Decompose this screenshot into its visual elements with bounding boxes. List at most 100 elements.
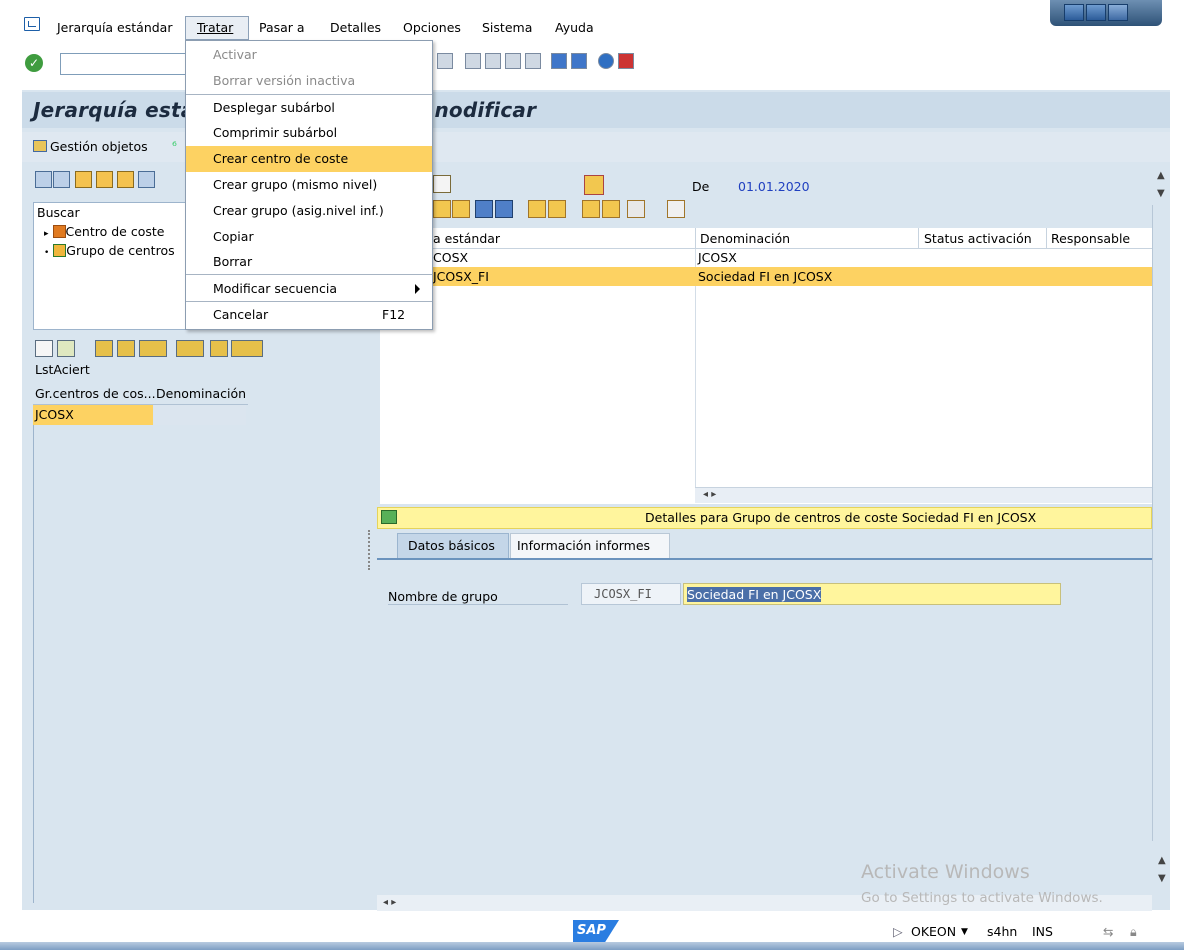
collapse-node-icon[interactable] [602, 200, 620, 218]
gestion-objetos-button[interactable]: Gestión objetos [33, 139, 148, 154]
grid-col-separator [695, 228, 696, 249]
grid-header-status[interactable]: Status activación [924, 231, 1032, 246]
list-item[interactable]: JCOSX [33, 405, 153, 425]
prev-page-icon[interactable] [485, 53, 501, 69]
menu-option-copiar[interactable]: Copiar [186, 224, 432, 250]
bottom-scroll-arrows-icon[interactable]: ◂ ▸ [383, 897, 396, 908]
vertical-splitter[interactable] [368, 530, 371, 570]
menu-option-desplegar-subarbol[interactable]: Desplegar subárbol [186, 95, 432, 121]
collapse-all-icon[interactable] [548, 200, 566, 218]
scroll-up-icon[interactable]: ▲ [1157, 170, 1165, 181]
menu-option-comprimir-subarbol[interactable]: Comprimir subárbol [186, 120, 432, 146]
group-name-field[interactable]: Sociedad FI en JCOSX [683, 583, 1061, 605]
menu-pasar-a[interactable]: Pasar a [259, 20, 305, 35]
first-page-icon[interactable] [465, 53, 481, 69]
menu-detalles[interactable]: Detalles [330, 20, 381, 35]
menu-jerarquia[interactable]: Jerarquía estándar [57, 20, 172, 35]
favorites-icon[interactable] [96, 171, 113, 188]
expand-node-icon[interactable] [582, 200, 600, 218]
grid-row-name[interactable]: JCOSX [698, 250, 737, 265]
hierarchy-icon [53, 244, 67, 257]
new-session-icon[interactable] [551, 53, 567, 69]
main-scroll-up-icon[interactable]: ▲ [1158, 855, 1166, 866]
back-arrow-icon[interactable] [35, 171, 52, 188]
main-vertical-scrollbar[interactable]: ▲ ▼ [1152, 205, 1170, 884]
customize-icon[interactable] [618, 53, 634, 69]
tab-label: Información informes [517, 538, 651, 553]
details-icon[interactable] [35, 340, 53, 357]
buscar-label: Buscar [37, 205, 80, 220]
scroll-down-icon[interactable]: ▼ [1157, 188, 1165, 199]
print-grid-icon[interactable] [627, 200, 645, 218]
list-header-denominacion[interactable]: Denominación [156, 386, 246, 401]
layout-icon[interactable] [667, 200, 685, 218]
filter-icon[interactable] [138, 171, 155, 188]
main-scroll-down-icon[interactable]: ▼ [1158, 873, 1166, 884]
help-icon[interactable] [598, 53, 614, 69]
menu-option-borrar-version-inactiva: Borrar versión inactiva [213, 73, 356, 88]
last-page-icon[interactable] [525, 53, 541, 69]
menu-opciones[interactable]: Opciones [403, 20, 461, 35]
expand-icon[interactable]: ▸ [44, 229, 49, 239]
structure-icon[interactable] [433, 175, 451, 193]
delete-icon[interactable] [452, 200, 470, 218]
tab-informacion-informes[interactable]: Información informes [510, 533, 670, 559]
move-down-icon[interactable] [495, 200, 513, 218]
status-layout-icon[interactable]: ⇆ [1103, 924, 1113, 939]
menu-icon[interactable] [24, 17, 40, 31]
grid-row-code[interactable]: COSX [433, 250, 468, 265]
selection-icon[interactable]: ⁶ [172, 139, 184, 153]
scroll-left-icon[interactable]: ◂ ▸ [703, 489, 716, 500]
find-list-icon[interactable] [57, 340, 75, 357]
next-page-icon[interactable] [505, 53, 521, 69]
grid-header-responsable[interactable]: Responsable [1051, 231, 1130, 246]
menu-ayuda[interactable]: Ayuda [555, 20, 594, 35]
close-button[interactable] [1108, 4, 1128, 21]
forward-arrow-icon[interactable] [53, 171, 70, 188]
grid-header-hierarchy[interactable]: a estándar [433, 231, 500, 246]
grid-header-denominacion[interactable]: Denominación [700, 231, 790, 246]
menu-tratar[interactable]: Tratar [197, 20, 233, 35]
grid-row-code-selected[interactable]: JCOSX_FI [433, 269, 489, 284]
status-system[interactable]: OKEON [911, 924, 956, 939]
maximize-button[interactable] [1086, 4, 1106, 21]
nombre-grupo-label: Nombre de grupo [388, 589, 498, 604]
grid-horizontal-scrollbar[interactable]: ◂ ▸ [695, 487, 1152, 503]
export-icon[interactable] [231, 340, 263, 357]
sum-icon[interactable] [176, 340, 204, 357]
create-icon[interactable] [433, 200, 451, 218]
expand-all-icon[interactable] [528, 200, 546, 218]
list-header-group[interactable]: Gr.centros de cos... [35, 386, 156, 401]
shortcut-icon[interactable] [571, 53, 587, 69]
calendar-icon[interactable] [584, 175, 604, 195]
print-icon[interactable] [210, 340, 228, 357]
grid-row-name-selected[interactable]: Sociedad FI en JCOSX [698, 269, 832, 284]
sort-asc-icon[interactable] [95, 340, 113, 357]
tab-datos-basicos[interactable]: Datos básicos [397, 533, 509, 559]
tree-node-grupo-centros[interactable]: • Grupo de centros [44, 243, 175, 258]
remove-favorite-icon[interactable] [117, 171, 134, 188]
menu-option-crear-centro-coste[interactable]: Crear centro de coste [186, 146, 432, 172]
enter-icon[interactable]: ✓ [25, 54, 43, 72]
move-up-icon[interactable] [475, 200, 493, 218]
tree-node-centro-coste[interactable]: ▸ Centro de coste [44, 224, 164, 239]
menu-option-activar: Activar [213, 47, 257, 62]
status-dropdown-icon[interactable]: ▼ [961, 927, 968, 937]
menu-option-crear-grupo-mismo-nivel[interactable]: Crear grupo (mismo nivel) [186, 172, 432, 198]
details-toggle-icon[interactable] [381, 510, 397, 524]
menu-sistema[interactable]: Sistema [482, 20, 532, 35]
add-favorite-icon[interactable] [75, 171, 92, 188]
status-mode[interactable]: INS [1032, 924, 1053, 939]
find-icon[interactable] [437, 53, 453, 69]
date-value[interactable]: 01.01.2020 [738, 179, 810, 194]
sort-desc-icon[interactable] [117, 340, 135, 357]
lock-icon[interactable]: 🔒︎ [1130, 924, 1137, 940]
menu-option-crear-grupo-nivel-inf[interactable]: Crear grupo (asig.nivel inf.) [186, 198, 432, 224]
menu-option-borrar[interactable]: Borrar [186, 249, 432, 275]
command-field[interactable] [60, 53, 190, 75]
status-play-icon[interactable]: ▷ [893, 924, 903, 939]
menu-option-modificar-secuencia[interactable]: Modificar secuencia [186, 276, 432, 302]
page-title-end: nodificar [434, 98, 537, 122]
minimize-button[interactable] [1064, 4, 1084, 21]
list-filter-icon[interactable] [139, 340, 167, 357]
